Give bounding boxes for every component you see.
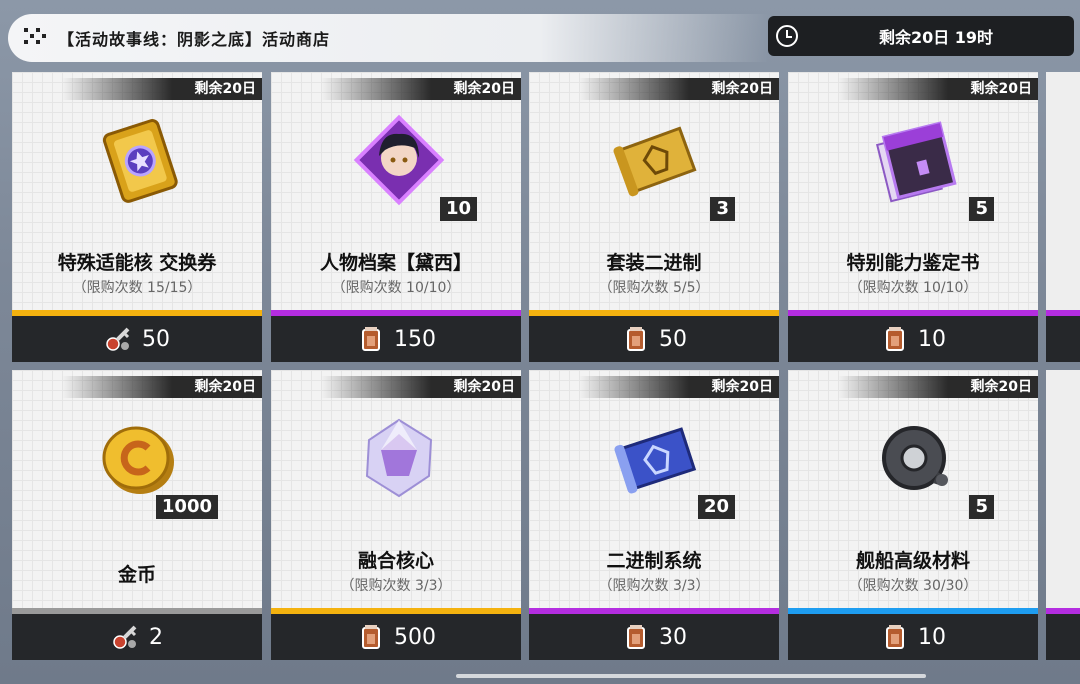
time-remaining-badge: 剩余20日	[838, 376, 1038, 398]
item-quantity: 10	[439, 197, 477, 221]
price-value: 10	[918, 326, 946, 352]
shop-item-card[interactable]: 剩余20日 20 二进制系统 （限购次数 3/3） 30	[529, 370, 779, 660]
item-name: 人物档案【黛西】	[319, 252, 472, 274]
price-button[interactable]: 500	[271, 614, 521, 660]
menu-dots-icon[interactable]	[22, 26, 46, 50]
price-value: 50	[142, 326, 170, 352]
clock-icon	[776, 25, 798, 47]
item-name: 融合核心	[357, 550, 434, 572]
item-quantity: 5	[969, 495, 994, 519]
shop-item-card[interactable]: 剩余20日 5 舰船高级材料 （限购次数 30/30） 10	[788, 370, 1038, 660]
crystal-core-icon	[351, 410, 447, 506]
time-remaining-badge: 剩余20日	[321, 376, 521, 398]
gold-coin-icon	[92, 410, 188, 506]
item-quantity: 3	[710, 197, 735, 221]
canister-icon	[621, 622, 651, 652]
item-name: 金币	[117, 564, 156, 586]
next-card-peek[interactable]	[1046, 72, 1080, 362]
golden-card-icon	[92, 112, 188, 208]
key-icon	[104, 324, 134, 354]
shop-item-card[interactable]: 剩余20日特殊适能核 交换券 （限购次数 15/15） 50	[12, 72, 262, 362]
price-value: 50	[659, 326, 687, 352]
price-button[interactable]: 10	[788, 316, 1038, 362]
purchase-limit: （限购次数 10/10）	[848, 280, 978, 296]
key-icon	[111, 622, 141, 652]
character-portrait-icon	[351, 112, 447, 208]
purchase-limit: （限购次数 30/30）	[848, 578, 978, 594]
price-button[interactable]: 2	[12, 614, 262, 660]
shop-item-card[interactable]: 剩余20日 10 人物档案【黛西】 （限购次数 10/10） 150	[271, 72, 521, 362]
canister-icon	[880, 324, 910, 354]
canister-icon	[880, 622, 910, 652]
shop-item-card[interactable]: 剩余20日融合核心 （限购次数 3/3） 500	[271, 370, 521, 660]
purchase-limit: （限购次数 3/3）	[598, 578, 710, 594]
shop-item-card[interactable]: 剩余20日 5 特别能力鉴定书 （限购次数 10/10） 10	[788, 72, 1038, 362]
gold-scroll-icon	[609, 112, 705, 208]
item-name: 套装二进制	[606, 252, 702, 274]
scrollbar[interactable]	[456, 674, 926, 678]
time-remaining-badge: 剩余20日	[579, 78, 779, 100]
time-remaining-badge: 剩余20日	[321, 78, 521, 100]
purchase-limit: （限购次数 15/15）	[72, 280, 202, 296]
canister-icon	[621, 324, 651, 354]
purchase-limit: （限购次数 5/5）	[598, 280, 710, 296]
canister-icon	[356, 622, 386, 652]
price-value: 10	[918, 624, 946, 650]
price-button[interactable]: 50	[12, 316, 262, 362]
item-quantity: 20	[697, 495, 735, 519]
price-button[interactable]: 150	[271, 316, 521, 362]
shop-item-card[interactable]: 剩余20日 3 套装二进制 （限购次数 5/5） 50	[529, 72, 779, 362]
time-remaining-badge: 剩余20日	[62, 376, 262, 398]
time-remaining-badge: 剩余20日	[579, 376, 779, 398]
remaining-time-text: 剩余20日 19时	[878, 28, 994, 47]
shop-header: 【活动故事线：阴影之底】活动商店	[8, 14, 768, 62]
price-button[interactable]: 50	[529, 316, 779, 362]
item-name: 特别能力鉴定书	[846, 252, 980, 274]
shop-title: 【活动故事线：阴影之底】活动商店	[58, 30, 331, 49]
canister-icon	[356, 324, 386, 354]
price-button[interactable]: 30	[529, 614, 779, 660]
next-card-peek[interactable]	[1046, 370, 1080, 660]
purchase-limit: （限购次数 10/10）	[331, 280, 461, 296]
price-value: 500	[394, 624, 436, 650]
blue-scroll-icon	[609, 410, 705, 506]
remaining-time-panel: 剩余20日 19时	[768, 16, 1074, 56]
price-value: 150	[394, 326, 436, 352]
item-name: 舰船高级材料	[855, 550, 970, 572]
item-quantity: 5	[969, 197, 994, 221]
item-name: 二进制系统	[606, 550, 702, 572]
time-remaining-badge: 剩余20日	[62, 78, 262, 100]
time-remaining-badge: 剩余20日	[838, 78, 1038, 100]
price-value: 2	[149, 624, 163, 650]
gear-part-icon	[868, 410, 964, 506]
price-value: 30	[659, 624, 687, 650]
purchase-limit: （限购次数 3/3）	[340, 578, 452, 594]
shop-item-card[interactable]: 剩余20日 1000 金币 2	[12, 370, 262, 660]
item-name: 特殊适能核 交换券	[57, 252, 217, 274]
folder-documents-icon	[868, 112, 964, 208]
price-button[interactable]: 10	[788, 614, 1038, 660]
item-quantity: 1000	[155, 495, 218, 519]
